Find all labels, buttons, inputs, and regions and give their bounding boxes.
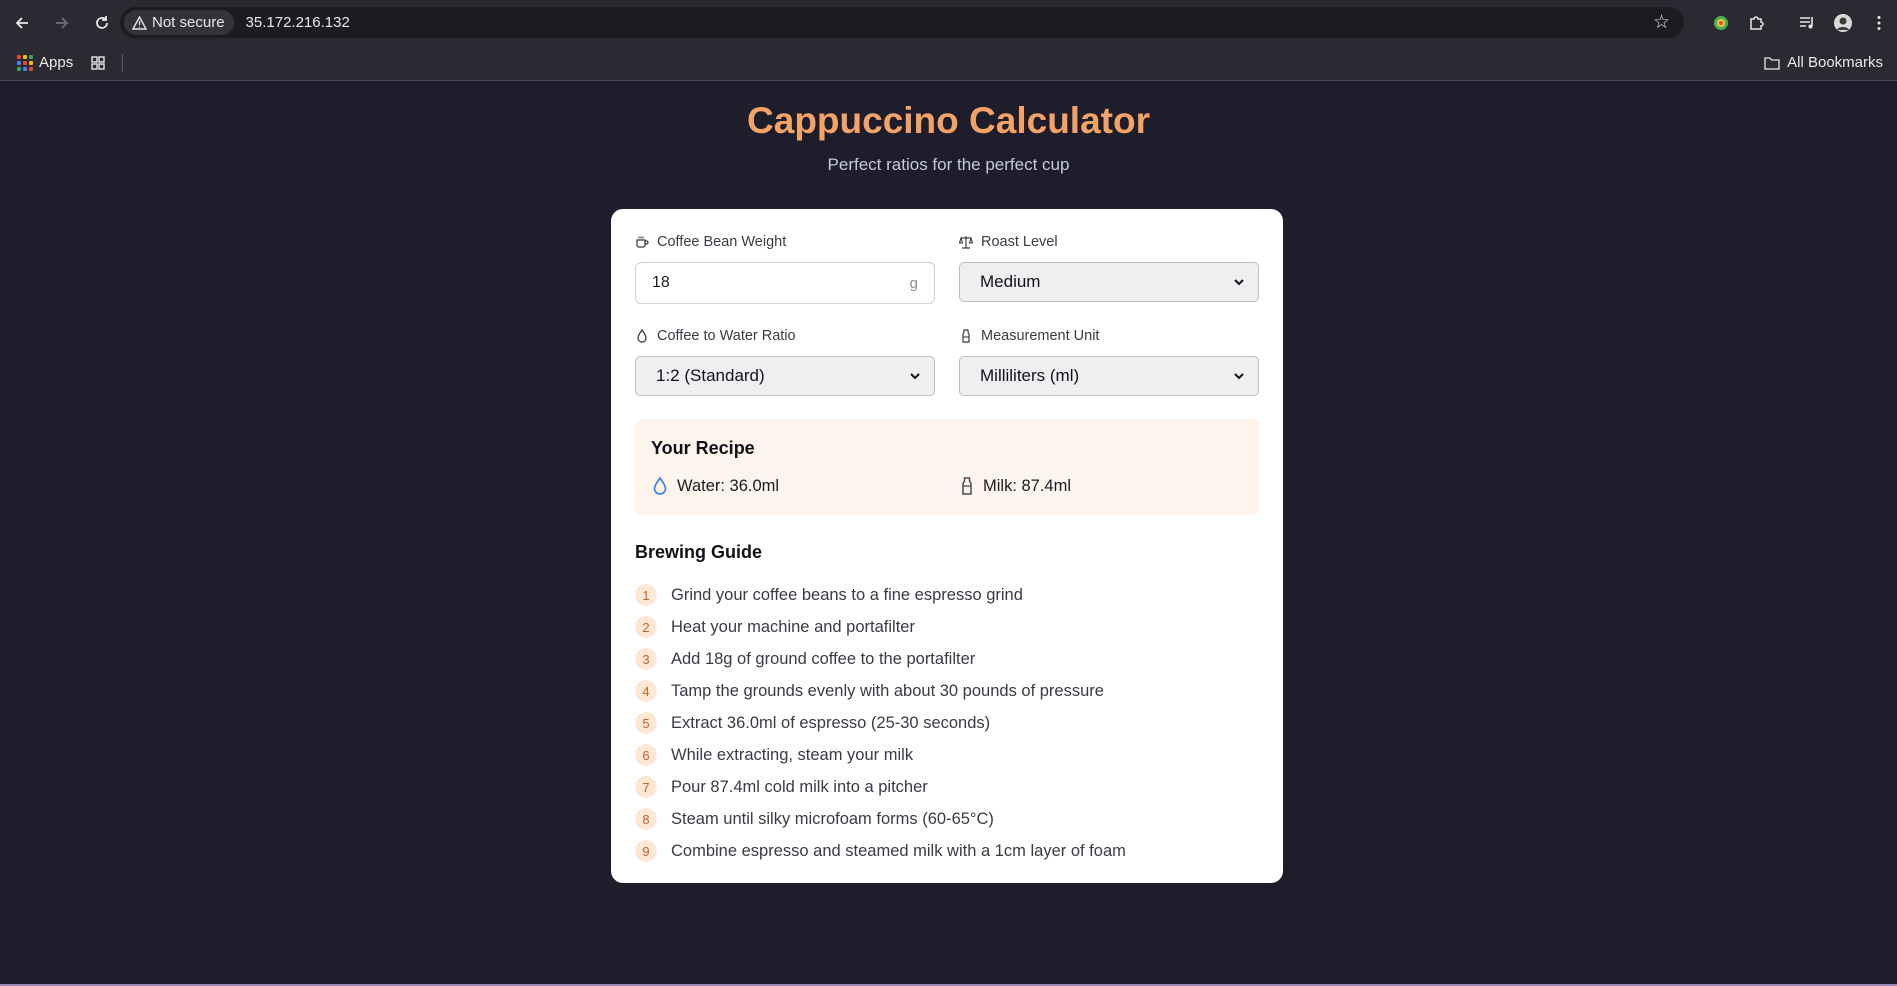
ratio-selected: 1:2 (Standard) [656,366,765,385]
bookmarks-bar: Apps All Bookmarks [0,45,1897,81]
step-number: 8 [635,808,657,830]
scale-icon [959,236,973,249]
measurement-unit-select[interactable]: Milliliters (ml) [959,356,1259,396]
recipe-panel: Your Recipe Water: 36.0ml Milk: 87.4ml [635,419,1259,515]
bean-weight-label: Coffee Bean Weight [635,234,786,250]
page-title: Cappuccino Calculator [747,100,1150,141]
step-text: Grind your coffee beans to a fine espres… [671,585,1023,604]
measurement-unit-selected: Milliliters (ml) [980,366,1080,385]
roast-level-select[interactable]: Medium [959,262,1259,302]
list-item: 4 Tamp the grounds evenly with about 30 p… [635,675,1259,707]
water-amount: Water: 36.0ml [677,476,780,495]
roast-level-selected: Medium [980,272,1041,291]
extensions-area [1703,0,1897,45]
measurement-unit-label: Measurement Unit [959,328,1099,344]
step-text: Heat your machine and portafilter [671,617,915,636]
warning-icon [132,15,147,30]
step-text: Steam until silky microfoam forms (60-65… [671,809,994,828]
all-bookmarks-button[interactable]: All Bookmarks [1764,54,1883,71]
extension-icon[interactable] [1703,5,1739,41]
profile-avatar[interactable] [1825,5,1861,41]
ratio-select[interactable]: 1:2 (Standard) [635,356,935,396]
step-text: Combine espresso and steamed milk with a… [671,841,1126,860]
brewing-steps-list: 1 Grind your coffee beans to a fine espre… [635,579,1259,867]
address-bar[interactable]: Not secure 35.172.216.132 ☆ [120,7,1684,38]
step-number: 6 [635,744,657,766]
water-drop-icon [653,476,667,495]
page-subtitle: Perfect ratios for the perfect cup [827,155,1070,174]
reload-icon [96,15,108,29]
all-bookmarks-label: All Bookmarks [1787,54,1883,71]
menu-kebab-icon[interactable] [1861,5,1897,41]
step-text: Tamp the grounds evenly with about 30 po… [671,681,1104,700]
chevron-down-icon [1234,373,1244,380]
step-number: 2 [635,616,657,638]
droplet-icon [637,329,647,343]
extensions-puzzle-icon[interactable] [1739,5,1775,41]
list-item: 9 Combine espresso and steamed milk with … [635,835,1259,867]
step-text: Pour 87.4ml cold milk into a pitcher [671,777,928,796]
colorful-extension-icon [1714,15,1728,30]
forward-arrow-icon [56,16,69,29]
step-number: 9 [635,840,657,862]
milk-amount: Milk: 87.4ml [983,476,1072,495]
tab-groups-icon[interactable] [90,55,106,71]
folder-icon [1764,56,1780,70]
apps-grid-icon[interactable] [17,54,33,71]
back-button[interactable] [4,5,40,41]
milk-bottle-icon [962,329,970,343]
security-chip[interactable]: Not secure [124,10,234,35]
step-text: While extracting, steam your milk [671,745,914,764]
coffee-cup-icon [636,236,649,248]
security-label: Not secure [152,14,225,31]
bean-weight-unit: g [909,274,918,292]
profile-avatar-icon [1834,13,1852,32]
recipe-milk: Milk: 87.4ml [959,476,1071,496]
forward-button[interactable] [44,5,80,41]
bookmarks-divider [122,53,124,72]
step-number: 5 [635,712,657,734]
bean-weight-input[interactable]: 18 g [635,262,935,304]
bookmark-star-icon[interactable]: ☆ [1653,11,1670,34]
list-item: 7 Pour 87.4ml cold milk into a pitcher [635,771,1259,803]
list-item: 6 While extracting, steam your milk [635,739,1259,771]
ratio-label: Coffee to Water Ratio [635,328,796,344]
back-arrow-icon [15,16,28,29]
apps-bookmark[interactable]: Apps [39,54,73,71]
step-text: Add 18g of ground coffee to the portafil… [671,649,976,668]
media-controls-icon[interactable] [1789,5,1825,41]
bean-weight-value[interactable]: 18 [652,274,910,292]
recipe-title: Your Recipe [651,438,755,458]
step-number: 7 [635,776,657,798]
step-text: Extract 36.0ml of espresso (25-30 second… [671,713,991,732]
calculator-card: Coffee Bean Weight 18 g Roast Level Medi… [611,209,1283,883]
step-number: 3 [635,648,657,670]
step-number: 1 [635,584,657,606]
list-item: 3 Add 18g of ground coffee to the portafi… [635,643,1259,675]
list-item: 8 Steam until silky microfoam forms (60-6… [635,803,1259,835]
reload-button[interactable] [84,5,120,41]
chevron-down-icon [910,373,920,380]
step-number: 4 [635,680,657,702]
chevron-down-icon [1234,279,1244,286]
list-item: 5 Extract 36.0ml of espresso (25-30 secon… [635,707,1259,739]
recipe-water: Water: 36.0ml [651,476,779,496]
browser-toolbar: Not secure 35.172.216.132 ☆ [0,0,1897,45]
roast-level-label: Roast Level [959,234,1058,250]
milk-bottle-icon [962,477,972,495]
list-item: 2 Heat your machine and portafilter [635,611,1259,643]
list-item: 1 Grind your coffee beans to a fine espre… [635,579,1259,611]
brewing-guide-title: Brewing Guide [635,542,763,562]
url-text[interactable]: 35.172.216.132 [246,14,350,31]
